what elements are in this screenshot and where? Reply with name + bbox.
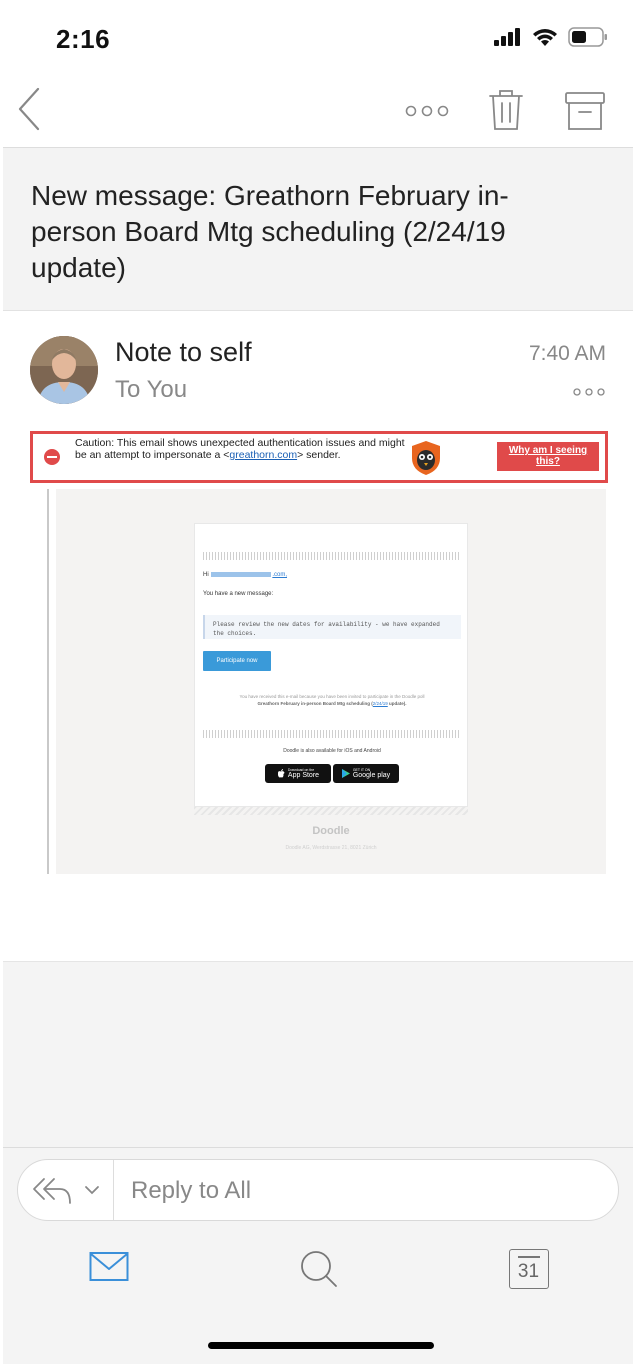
- caution-text-end: > sender.: [297, 449, 341, 461]
- email-greeting: Hi .com,: [203, 572, 287, 578]
- greeting-text: Hi: [203, 572, 209, 579]
- chevron-down-icon[interactable]: [84, 1184, 100, 1196]
- sender-name[interactable]: Note to self: [115, 337, 252, 368]
- avatar[interactable]: [30, 336, 98, 404]
- status-bar: 2:16: [0, 0, 636, 75]
- wifi-icon: [533, 28, 557, 46]
- reply-pill[interactable]: Reply to All: [17, 1159, 619, 1221]
- store-badges: Download on the App Store GET IT ON Google…: [195, 764, 469, 783]
- quoted-message: Please review the new dates for availabi…: [203, 615, 461, 639]
- redacted-email: [211, 572, 272, 577]
- app-store-badge[interactable]: Download on the App Store: [265, 764, 331, 783]
- google-play-label: Google play: [352, 772, 391, 779]
- message-subject: New message: Greathorn February in-perso…: [31, 180, 509, 283]
- message-more-icon[interactable]: [572, 385, 606, 399]
- search-tab-icon[interactable]: [299, 1249, 339, 1289]
- archive-icon[interactable]: [564, 91, 606, 131]
- received-note-line: You have received this e-mail because yo…: [239, 694, 425, 699]
- received-note: You have received this e-mail because yo…: [207, 693, 457, 707]
- message-time: 7:40 AM: [528, 342, 606, 365]
- more-options-icon[interactable]: [404, 99, 450, 123]
- caution-text: Caution: This email shows unexpected aut…: [75, 437, 405, 461]
- empty-area: [3, 961, 633, 1147]
- tab-bar: 31: [3, 1235, 633, 1364]
- email-intro: You have a new message:: [203, 591, 274, 597]
- calendar-day: 31: [517, 1261, 540, 1282]
- email-content: Hi .com, You have a new message: Please …: [56, 489, 606, 874]
- poll-name-end: update).: [387, 701, 407, 706]
- why-seeing-this-button[interactable]: Why am I seeing this?: [497, 442, 599, 471]
- app-store-label: App Store: [287, 772, 320, 779]
- app-availability-text: Doodle is also available for iOS and And…: [283, 748, 381, 754]
- home-indicator[interactable]: [208, 1342, 434, 1349]
- reply-divider: [113, 1160, 114, 1220]
- google-play-badge[interactable]: GET IT ON Google play: [333, 764, 399, 783]
- message-pane: Note to self To You 7:40 AM Caution: Thi…: [3, 311, 633, 961]
- trash-icon[interactable]: [488, 89, 524, 131]
- doodle-brand: Doodle: [312, 825, 350, 837]
- poll-date-link[interactable]: 2/24/19: [373, 701, 388, 706]
- reply-to-all-field[interactable]: Reply to All: [131, 1177, 251, 1205]
- poll-name: Greathorn February in-person Board Mtg s…: [257, 701, 373, 706]
- apple-icon: [277, 769, 285, 778]
- greathorn-logo-icon: [412, 441, 440, 475]
- email-card: Hi .com, You have a new message: Please …: [194, 523, 468, 807]
- divider-stripe: [203, 730, 461, 738]
- calendar-tab-icon[interactable]: 31: [509, 1249, 549, 1289]
- recipient-label[interactable]: To You: [115, 376, 187, 404]
- reply-all-icon[interactable]: [32, 1173, 74, 1207]
- battery-icon: [568, 27, 607, 47]
- divider-stripe: [203, 552, 461, 560]
- mail-tab-icon[interactable]: [89, 1251, 129, 1283]
- signal-icon: [494, 28, 520, 46]
- avatar-photo: [30, 336, 98, 404]
- card-torn-edge: [194, 807, 468, 815]
- play-icon: [341, 769, 350, 778]
- reply-bar: Reply to All: [3, 1147, 633, 1235]
- subject-header: New message: Greathorn February in-perso…: [3, 147, 633, 311]
- quote-bar: [47, 489, 49, 874]
- status-time: 2:16: [56, 24, 111, 54]
- status-icons: [494, 27, 608, 47]
- doodle-address: Doodle AG, Werdstrasse 21, 8021 Zürich: [285, 845, 377, 851]
- back-chevron-icon[interactable]: [16, 87, 46, 131]
- caution-domain-link[interactable]: greathorn.com: [229, 449, 297, 461]
- caution-banner: Caution: This email shows unexpected aut…: [30, 431, 608, 483]
- greeting-email-link[interactable]: .com,: [272, 572, 287, 578]
- nav-bar: [0, 75, 636, 147]
- no-entry-icon: [44, 449, 60, 465]
- participate-now-button[interactable]: Participate now: [203, 651, 271, 671]
- quoted-message-text: Please review the new dates for availabi…: [213, 621, 440, 637]
